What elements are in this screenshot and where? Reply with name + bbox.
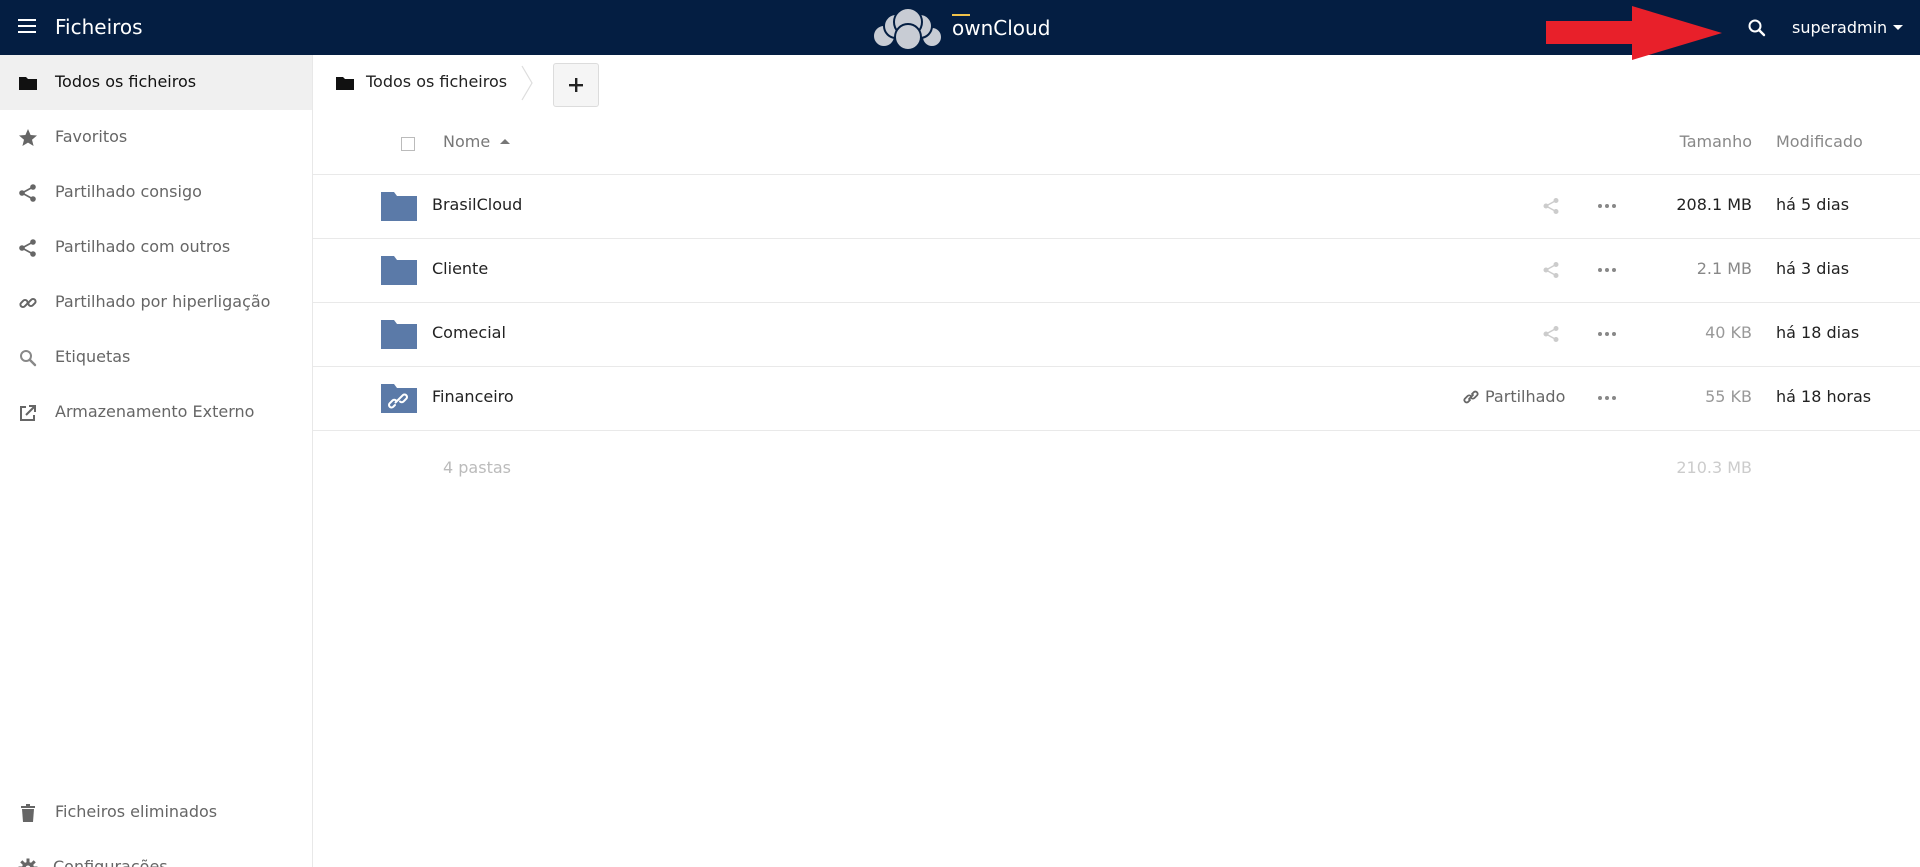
folder-icon: [381, 192, 417, 221]
app-title: Ficheiros: [55, 15, 143, 39]
sidebar-item-shared-with-you[interactable]: Partilhado consigo: [0, 165, 312, 220]
star-icon: [19, 129, 37, 146]
annotation-arrow: [1546, 6, 1722, 60]
file-modified: há 18 horas: [1776, 387, 1872, 406]
breadcrumb: Todos os ficheiros: [313, 55, 1920, 110]
sidebar-item-external-storage[interactable]: Armazenamento Externo: [0, 385, 312, 440]
folder-icon: [381, 320, 417, 349]
sidebar-item-settings[interactable]: Configurações: [0, 840, 312, 867]
sidebar-item-label: Partilhado com outros: [55, 237, 231, 256]
menu-icon[interactable]: [18, 19, 36, 35]
logo-text: ownCloud: [952, 14, 1051, 40]
sort-ascending-icon: [500, 139, 511, 144]
shared-folder-icon: [381, 384, 417, 413]
sidebar-item-label: Etiquetas: [55, 347, 131, 366]
file-modified: há 5 dias: [1776, 195, 1850, 214]
sidebar-item-label: Favoritos: [55, 127, 128, 146]
top-header: Ficheiros ownCloud superadmin: [0, 0, 1920, 60]
select-all-checkbox[interactable]: [401, 137, 415, 151]
more-options-icon[interactable]: [1597, 389, 1617, 407]
share-icon[interactable]: [1542, 325, 1560, 343]
trash-icon: [21, 804, 35, 822]
main-content: Todos os ficheiros Nome Tamanho Modifica…: [313, 55, 1920, 867]
gear-icon: [18, 858, 38, 867]
file-size: 40 KB: [1705, 323, 1752, 342]
sidebar-item-shared-by-link[interactable]: Partilhado por hiperligação: [0, 275, 312, 330]
cloud-logo-icon: [872, 7, 943, 50]
sidebar-item-tags[interactable]: Etiquetas: [0, 330, 312, 385]
link-icon: [19, 297, 37, 309]
file-modified: há 3 dias: [1776, 259, 1850, 278]
sidebar-item-favorites[interactable]: Favoritos: [0, 110, 312, 165]
file-modified: há 18 dias: [1776, 323, 1860, 342]
column-header-name[interactable]: Nome: [443, 132, 511, 151]
external-link-icon: [20, 405, 36, 421]
column-header-name-label: Nome: [443, 132, 491, 151]
shared-label: Partilhado: [1485, 387, 1566, 406]
folder-icon[interactable]: [335, 73, 355, 93]
column-header-size[interactable]: Tamanho: [1680, 132, 1752, 151]
column-header-modified[interactable]: Modificado: [1776, 132, 1863, 151]
file-size: 55 KB: [1705, 387, 1752, 406]
sidebar-item-all-files[interactable]: Todos os ficheiros: [0, 55, 312, 110]
sidebar-item-shared-with-others[interactable]: Partilhado com outros: [0, 220, 312, 275]
file-name[interactable]: Comecial: [432, 323, 506, 342]
chevron-right-icon: [521, 65, 533, 101]
link-icon: [1463, 390, 1479, 403]
tag-search-icon: [20, 350, 37, 367]
more-options-icon[interactable]: [1597, 325, 1617, 343]
user-menu[interactable]: superadmin: [1792, 18, 1904, 37]
folder-icon: [381, 256, 417, 285]
share-icon[interactable]: [1542, 261, 1560, 279]
add-new-button[interactable]: [553, 63, 599, 107]
plus-icon: [569, 78, 583, 92]
sidebar-item-label: Partilhado por hiperligação: [55, 292, 271, 311]
share-icon: [19, 239, 36, 257]
caret-down-icon: [1893, 25, 1904, 30]
file-size: 2.1 MB: [1696, 259, 1752, 278]
more-options-icon[interactable]: [1597, 197, 1617, 215]
table-row[interactable]: BrasilCloud 208.1 MB há 5 dias: [313, 175, 1920, 239]
file-name[interactable]: Cliente: [432, 259, 488, 278]
sidebar-item-label: Armazenamento Externo: [55, 402, 255, 421]
file-size: 208.1 MB: [1676, 195, 1752, 214]
folder-icon: [19, 77, 37, 90]
share-icon[interactable]: [1542, 197, 1560, 215]
sidebar-item-label: Ficheiros eliminados: [55, 802, 218, 821]
sidebar-item-label: Todos os ficheiros: [55, 72, 197, 91]
breadcrumb-all-files[interactable]: Todos os ficheiros: [366, 72, 507, 91]
sidebar-item-deleted-files[interactable]: Ficheiros eliminados: [0, 785, 312, 840]
sidebar-item-label: Partilhado consigo: [55, 182, 202, 201]
user-name: superadmin: [1792, 18, 1888, 37]
search-icon[interactable]: [1747, 18, 1767, 38]
summary-total-size: 210.3 MB: [1676, 458, 1752, 477]
shared-status-button[interactable]: Partilhado: [1463, 387, 1565, 406]
more-options-icon[interactable]: [1597, 261, 1617, 279]
file-name[interactable]: Financeiro: [432, 387, 514, 406]
table-row[interactable]: Cliente 2.1 MB há 3 dias: [313, 239, 1920, 303]
owncloud-logo[interactable]: ownCloud: [870, 4, 1050, 52]
share-icon: [19, 184, 36, 202]
sidebar: Todos os ficheiros Favoritos Partilhado …: [0, 55, 313, 867]
table-row[interactable]: Financeiro Partilhado 55 KB há 18 horas: [313, 367, 1920, 431]
file-name[interactable]: BrasilCloud: [432, 195, 522, 214]
sidebar-item-label: Configurações: [53, 857, 168, 867]
summary-folder-count: 4 pastas: [443, 458, 511, 477]
table-row[interactable]: Comecial 40 KB há 18 dias: [313, 303, 1920, 367]
